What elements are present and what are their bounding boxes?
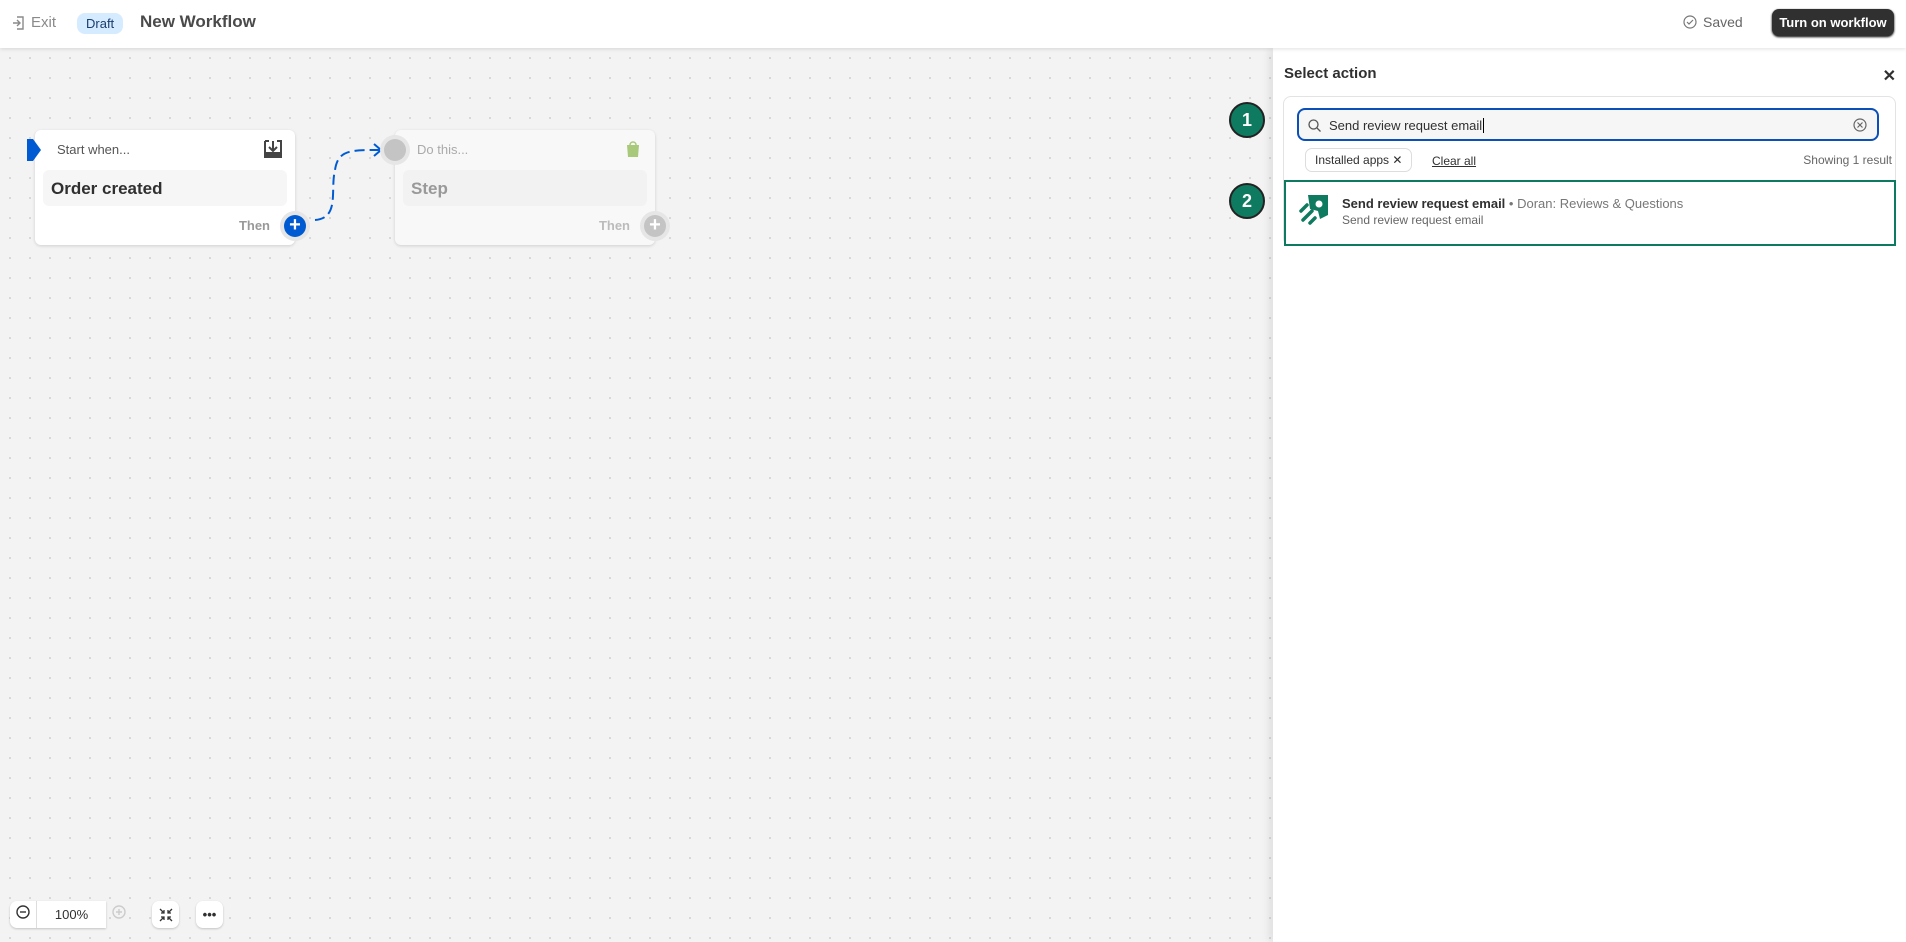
search-input[interactable]: Send review request email (1297, 108, 1879, 141)
panel-title: Select action (1284, 65, 1377, 82)
zoom-out-button[interactable] (10, 901, 37, 928)
filter-chip-label: Installed apps (1315, 153, 1390, 167)
top-bar: Exit Draft New Workflow Saved Turn on wo… (0, 0, 1906, 48)
exit-button[interactable]: Exit (12, 14, 56, 31)
exit-icon (13, 15, 24, 30)
close-icon[interactable]: ✕ (1883, 66, 1896, 86)
result-title: Send review request email • Doran: Revie… (1342, 196, 1683, 211)
filter-chip-installed-apps[interactable]: Installed apps ✕ (1305, 148, 1413, 172)
then-label: Then (598, 218, 630, 233)
annotation-badge: 2 (1229, 183, 1265, 219)
turn-on-workflow-button[interactable]: Turn on workflow (1772, 9, 1894, 36)
step-input-handle (384, 139, 406, 161)
zoom-controls: 100% ••• (10, 901, 223, 928)
step-title: Step (403, 170, 647, 206)
result-count: Showing 1 result (1803, 153, 1892, 167)
zoom-out-icon (16, 905, 30, 919)
trigger-card-header: Start when... (57, 142, 130, 157)
zoom-in-icon (112, 905, 126, 919)
zoom-level: 100% (54, 907, 89, 922)
clear-all-link[interactable]: Clear all (1432, 154, 1476, 168)
result-description: Send review request email (1342, 213, 1484, 227)
add-step-button-disabled[interactable]: + (644, 215, 666, 237)
more-options-button[interactable]: ••• (196, 901, 223, 928)
separator: • (1508, 196, 1514, 211)
result-action-name: Send review request email (1342, 196, 1506, 211)
text-cursor (1483, 118, 1485, 133)
annotation-badge: 1 (1229, 102, 1265, 138)
fit-view-button[interactable] (152, 901, 179, 928)
download-icon (264, 140, 282, 158)
trigger-card[interactable]: Start when... Order created Then + (27, 130, 306, 245)
workflow-canvas[interactable]: Start when... Order created Then + Do th… (0, 48, 1273, 942)
exit-label: Exit (31, 14, 57, 31)
page-title: New Workflow (140, 12, 256, 31)
rocket-app-icon (1299, 195, 1328, 225)
shopify-bag-icon (627, 141, 639, 157)
search-icon (1308, 119, 1321, 132)
remove-filter-icon[interactable]: ✕ (1392, 153, 1402, 167)
trigger-start-icon (27, 139, 41, 161)
check-circle-icon (1683, 15, 1697, 29)
more-icon: ••• (202, 907, 217, 922)
then-label: Then (238, 218, 270, 233)
zoom-level-group: 100% (10, 901, 106, 928)
zoom-in-button[interactable] (112, 905, 126, 924)
status-badge: Draft (77, 13, 124, 34)
saved-label: Saved (1703, 14, 1743, 30)
result-item[interactable]: Send review request email • Doran: Revie… (1284, 180, 1896, 246)
saved-status: Saved (1683, 14, 1743, 30)
select-action-panel: Select action ✕ Send review request emai… (1273, 48, 1906, 942)
clear-search-icon[interactable] (1853, 118, 1867, 132)
step-card[interactable]: Do this... Step Then + (384, 130, 666, 245)
result-app-name: Doran: Reviews & Questions (1517, 196, 1684, 211)
search-value: Send review request email (1329, 118, 1483, 133)
trigger-title: Order created (43, 170, 287, 206)
collapse-arrows-icon (159, 908, 172, 921)
step-card-header: Do this... (417, 142, 469, 157)
